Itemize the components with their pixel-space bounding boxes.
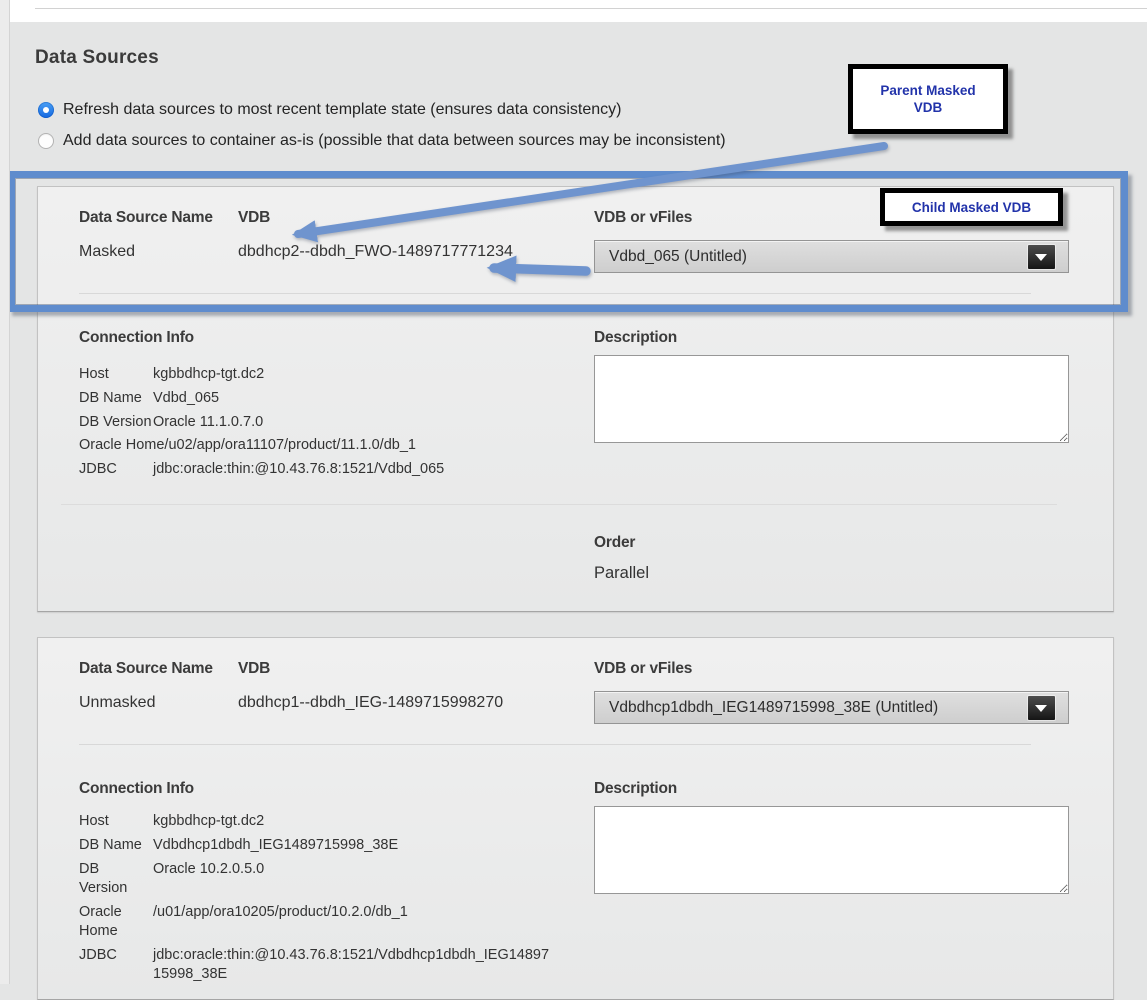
vdb-value: dbdhcp2--dbdh_FWO-1489717771234 bbox=[238, 243, 513, 261]
connection-label: DB Version bbox=[79, 411, 153, 435]
connection-value: kgbbdhcp-tgt.dc2 bbox=[153, 812, 555, 831]
chevron-down-icon bbox=[1035, 705, 1047, 712]
connection-value: Oracle 10.2.0.5.0 bbox=[153, 860, 555, 898]
column-header-data-source-name: Data Source Name bbox=[79, 660, 213, 678]
column-header-vdb-or-vfiles: VDB or vFiles bbox=[594, 660, 692, 678]
divider bbox=[79, 744, 1031, 745]
connection-value: jdbc:oracle:thin:@10.43.76.8:1521/Vdbdhc… bbox=[153, 946, 555, 984]
connection-label: DB Name bbox=[79, 836, 151, 855]
column-header-vdb-or-vfiles: VDB or vFiles bbox=[594, 209, 692, 227]
connection-value: jdbc:oracle:thin:@10.43.76.8:1521/Vdbd_0… bbox=[153, 461, 444, 477]
radio-unselected-icon[interactable] bbox=[38, 133, 54, 149]
connection-label: Oracle Home bbox=[79, 903, 151, 941]
order-title: Order bbox=[594, 534, 635, 552]
radio-option-add-asis[interactable]: Add data sources to container as-is (pos… bbox=[38, 131, 726, 151]
connection-row-oracle-home: Oracle Home/u02/app/ora11107/product/11.… bbox=[79, 434, 444, 458]
connection-row-db-name: DB NameVdbd_065 bbox=[79, 387, 444, 411]
description-textarea[interactable] bbox=[594, 355, 1069, 443]
connection-row-oracle-home: Oracle Home/u01/app/ora10205/product/10.… bbox=[79, 903, 557, 941]
radio-selected-icon[interactable] bbox=[38, 102, 54, 118]
connection-row-db-name: DB NameVdbdhcp1dbdh_IEG1489715998_38E bbox=[79, 836, 557, 855]
vdb-or-vfiles-dropdown[interactable]: Vdbdhcp1dbdh_IEG1489715998_38E (Untitled… bbox=[594, 691, 1069, 724]
connection-value: Vdbdhcp1dbdh_IEG1489715998_38E bbox=[153, 836, 555, 855]
connection-row-db-version: DB VersionOracle 10.2.0.5.0 bbox=[79, 860, 557, 898]
data-source-card-unmasked: Data Source Name VDB VDB or vFiles Unmas… bbox=[37, 637, 1114, 1000]
callout-child-masked-vdb: Child Masked VDB bbox=[880, 188, 1063, 226]
connection-info-title: Connection Info bbox=[79, 329, 194, 347]
connection-row-jdbc: JDBCjdbc:oracle:thin:@10.43.76.8:1521/Vd… bbox=[79, 946, 557, 984]
callout-parent-text: Parent Masked VDB bbox=[880, 82, 975, 116]
connection-label: DB Version bbox=[79, 860, 151, 898]
radio-option-refresh-label: Refresh data sources to most recent temp… bbox=[63, 101, 622, 119]
connection-label: JDBC bbox=[79, 458, 153, 482]
description-textarea[interactable] bbox=[594, 806, 1069, 894]
vdb-or-vfiles-dropdown-value: Vdbd_065 (Untitled) bbox=[609, 241, 747, 272]
connection-row-db-version: DB VersionOracle 11.1.0.7.0 bbox=[79, 411, 444, 435]
column-header-vdb: VDB bbox=[238, 660, 270, 678]
callout-parent-line1: Parent Masked bbox=[880, 82, 975, 99]
connection-value: Vdbd_065 bbox=[153, 390, 219, 406]
dropdown-toggle-button[interactable] bbox=[1028, 245, 1055, 269]
column-header-vdb: VDB bbox=[238, 209, 270, 227]
data-source-name-value: Unmasked bbox=[79, 694, 155, 712]
radio-dot bbox=[43, 107, 49, 113]
top-divider bbox=[35, 8, 1147, 9]
divider bbox=[79, 293, 1031, 294]
data-source-name-value: Masked bbox=[79, 243, 135, 261]
divider bbox=[61, 504, 1057, 505]
dropdown-toggle-button[interactable] bbox=[1028, 696, 1055, 720]
connection-info-title: Connection Info bbox=[79, 780, 194, 798]
radio-option-add-asis-label: Add data sources to container as-is (pos… bbox=[63, 132, 726, 150]
connection-row-host: Hostkgbbdhcp-tgt.dc2 bbox=[79, 812, 557, 831]
connection-label: Host bbox=[79, 363, 153, 387]
radio-option-refresh[interactable]: Refresh data sources to most recent temp… bbox=[38, 100, 622, 120]
connection-value: Oracle 11.1.0.7.0 bbox=[153, 414, 263, 430]
connection-info-list: Hostkgbbdhcp-tgt.dc2 DB NameVdbd_065 DB … bbox=[79, 363, 444, 482]
callout-parent-masked-vdb: Parent Masked VDB bbox=[848, 64, 1008, 134]
callout-parent-line2: VDB bbox=[880, 99, 975, 116]
chevron-down-icon bbox=[1035, 254, 1047, 261]
vdb-or-vfiles-dropdown[interactable]: Vdbd_065 (Untitled) bbox=[594, 240, 1069, 273]
connection-label: Oracle Home bbox=[79, 434, 164, 458]
connection-row-jdbc: JDBCjdbc:oracle:thin:@10.43.76.8:1521/Vd… bbox=[79, 458, 444, 482]
connection-value: kgbbdhcp-tgt.dc2 bbox=[153, 366, 264, 382]
connection-row-host: Hostkgbbdhcp-tgt.dc2 bbox=[79, 363, 444, 387]
data-source-card-masked: Data Source Name VDB VDB or vFiles Maske… bbox=[37, 186, 1114, 612]
vdb-value: dbdhcp1--dbdh_IEG-1489715998270 bbox=[238, 694, 503, 712]
connection-label: Host bbox=[79, 812, 151, 831]
connection-info-list: Hostkgbbdhcp-tgt.dc2 DB NameVdbdhcp1dbdh… bbox=[79, 812, 557, 989]
description-title: Description bbox=[594, 329, 677, 347]
left-gutter bbox=[0, 0, 10, 984]
order-value: Parallel bbox=[594, 564, 649, 583]
connection-label: DB Name bbox=[79, 387, 153, 411]
top-band bbox=[0, 0, 1147, 22]
connection-label: JDBC bbox=[79, 946, 151, 984]
description-title: Description bbox=[594, 780, 677, 798]
column-header-data-source-name: Data Source Name bbox=[79, 209, 213, 227]
page-title: Data Sources bbox=[35, 47, 159, 69]
connection-value: /u01/app/ora10205/product/10.2.0/db_1 bbox=[153, 903, 555, 941]
connection-value: /u02/app/ora11107/product/11.1.0/db_1 bbox=[164, 437, 416, 453]
callout-child-text: Child Masked VDB bbox=[912, 199, 1031, 216]
vdb-or-vfiles-dropdown-value: Vdbdhcp1dbdh_IEG1489715998_38E (Untitled… bbox=[609, 692, 938, 723]
